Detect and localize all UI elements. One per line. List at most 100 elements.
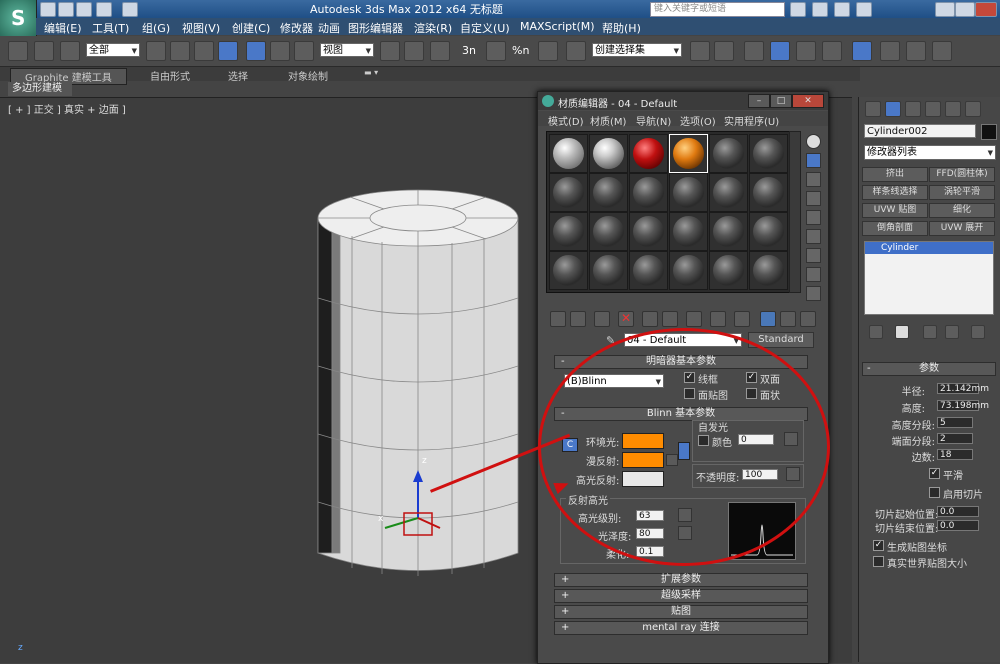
tab-freeform[interactable]: 自由形式 xyxy=(150,68,190,83)
material-editor-titlebar[interactable]: 材质编辑器 - 04 - Default – □ ✕ xyxy=(538,92,828,110)
me-close-button[interactable]: ✕ xyxy=(792,94,824,108)
slice-to-input[interactable]: 0.0 xyxy=(937,520,979,531)
me-menu-options[interactable]: 选项(O) xyxy=(680,113,716,128)
wrench-icon[interactable] xyxy=(812,2,828,17)
tab-polygon-modeling[interactable]: 多边形建模 xyxy=(8,82,72,96)
bind-spacewarp-icon[interactable] xyxy=(60,41,80,61)
mental-ray-rollout[interactable]: + mental ray 连接 xyxy=(554,621,808,635)
rendered-frame-icon[interactable] xyxy=(906,41,926,61)
modifier-tessellate-button[interactable]: 细化 xyxy=(929,203,995,218)
move-icon[interactable] xyxy=(246,41,266,61)
star-icon[interactable] xyxy=(834,2,850,17)
material-slot[interactable] xyxy=(709,251,748,290)
get-material-icon[interactable] xyxy=(550,311,566,327)
search-input[interactable]: 键入关键字或短语 xyxy=(650,2,785,17)
link-icon[interactable] xyxy=(8,41,28,61)
material-slot[interactable] xyxy=(589,251,628,290)
menu-maxscript[interactable]: MAXScript(M) xyxy=(520,20,595,33)
create-tab-icon[interactable] xyxy=(865,101,881,117)
material-slot[interactable] xyxy=(709,212,748,251)
modifier-extrude-button[interactable]: 挤出 xyxy=(862,167,928,182)
material-slot[interactable] xyxy=(709,134,748,173)
me-maximize-button[interactable]: □ xyxy=(770,94,792,108)
slots-scrollbar[interactable] xyxy=(789,131,801,293)
named-selection-dropdown[interactable]: 创建选择集 xyxy=(592,43,682,58)
me-menu-mode[interactable]: 模式(D) xyxy=(548,113,584,128)
backlight-icon[interactable] xyxy=(806,153,821,168)
menu-create[interactable]: 创建(C) xyxy=(232,20,270,36)
display-tab-icon[interactable] xyxy=(945,101,961,117)
keyboard-shortcut-icon[interactable] xyxy=(430,41,450,61)
unlink-icon[interactable] xyxy=(34,41,54,61)
align-icon[interactable] xyxy=(714,41,734,61)
modifier-unwrap-uvw-button[interactable]: UVW 展开 xyxy=(929,221,995,236)
menu-group[interactable]: 组(G) xyxy=(142,20,170,36)
selection-filter-dropdown[interactable]: 全部 xyxy=(86,43,140,58)
save-file-icon[interactable] xyxy=(76,2,92,17)
layer-manager-icon[interactable] xyxy=(744,41,764,61)
app-logo[interactable]: S xyxy=(0,0,37,36)
edit-named-selection-icon[interactable] xyxy=(566,41,586,61)
menu-customize[interactable]: 自定义(U) xyxy=(460,20,510,36)
maps-rollout[interactable]: + 贴图 xyxy=(554,605,808,619)
percent-snap-toggle[interactable]: %n xyxy=(512,44,529,57)
go-to-parent-icon[interactable] xyxy=(780,311,796,327)
sample-type-icon[interactable] xyxy=(806,134,821,149)
put-to-scene-icon[interactable] xyxy=(570,311,586,327)
angle-snap-icon[interactable] xyxy=(486,41,506,61)
scale-icon[interactable] xyxy=(294,41,314,61)
me-menu-utilities[interactable]: 实用程序(U) xyxy=(724,113,779,128)
graphite-toggle-icon[interactable] xyxy=(770,41,790,61)
utilities-tab-icon[interactable] xyxy=(965,101,981,117)
pivot-icon[interactable] xyxy=(380,41,400,61)
spinner-snap-icon[interactable] xyxy=(538,41,558,61)
minimize-button[interactable] xyxy=(935,2,955,17)
go-forward-sibling-icon[interactable] xyxy=(800,311,816,327)
select-object-icon[interactable] xyxy=(146,41,166,61)
menu-rendering[interactable]: 渲染(R) xyxy=(414,20,452,36)
material-slot[interactable] xyxy=(629,251,668,290)
ref-coord-dropdown[interactable]: 视图 xyxy=(320,43,374,58)
open-file-icon[interactable] xyxy=(58,2,74,17)
material-editor-icon[interactable] xyxy=(852,41,872,61)
redo-icon[interactable] xyxy=(122,2,138,17)
material-slot[interactable] xyxy=(709,173,748,212)
pin-stack-icon[interactable] xyxy=(869,325,883,339)
binoculars-icon[interactable] xyxy=(790,2,806,17)
modifier-bevel-profile-button[interactable]: 倒角剖面 xyxy=(862,221,928,236)
schematic-view-icon[interactable] xyxy=(822,41,842,61)
slice-checkbox[interactable] xyxy=(929,487,940,498)
video-color-check-icon[interactable] xyxy=(806,210,821,225)
tab-selection[interactable]: 选择 xyxy=(228,68,248,83)
copy-material-icon[interactable] xyxy=(642,311,658,327)
select-by-material-icon[interactable] xyxy=(806,267,821,282)
make-preview-icon[interactable] xyxy=(806,229,821,244)
real-world-map-checkbox[interactable] xyxy=(873,556,884,567)
material-slot[interactable] xyxy=(549,251,588,290)
cap-segs-input[interactable]: 2 xyxy=(937,433,973,444)
slice-from-input[interactable]: 0.0 xyxy=(937,506,979,517)
uv-tiling-icon[interactable] xyxy=(806,191,821,206)
me-minimize-button[interactable]: – xyxy=(748,94,770,108)
smooth-checkbox[interactable]: ✓ xyxy=(929,468,940,479)
modifier-spline-select-button[interactable]: 样条线选择 xyxy=(862,185,928,200)
modify-tab-icon[interactable] xyxy=(885,101,901,117)
snap-toggle[interactable]: 3n xyxy=(462,44,476,57)
menu-views[interactable]: 视图(V) xyxy=(182,20,220,36)
sides-input[interactable]: 18 xyxy=(937,449,973,460)
help-icon[interactable] xyxy=(856,2,872,17)
render-production-icon[interactable] xyxy=(932,41,952,61)
stack-item-cylinder[interactable]: Cylinder xyxy=(865,242,993,254)
maximize-button[interactable] xyxy=(955,2,975,17)
menu-help[interactable]: 帮助(H) xyxy=(602,20,641,36)
material-slot[interactable] xyxy=(669,251,708,290)
object-name-field[interactable]: Cylinder002 xyxy=(864,124,976,138)
params-rollout-header[interactable]: - 参数 xyxy=(862,362,996,376)
material-id-channel-icon[interactable] xyxy=(710,311,726,327)
close-button[interactable] xyxy=(975,2,997,17)
motion-tab-icon[interactable] xyxy=(925,101,941,117)
supersampling-rollout[interactable]: + 超级采样 xyxy=(554,589,808,603)
put-to-library-icon[interactable] xyxy=(686,311,702,327)
assign-to-selection-icon[interactable] xyxy=(594,311,610,327)
menu-animation[interactable]: 动画 xyxy=(318,20,340,36)
